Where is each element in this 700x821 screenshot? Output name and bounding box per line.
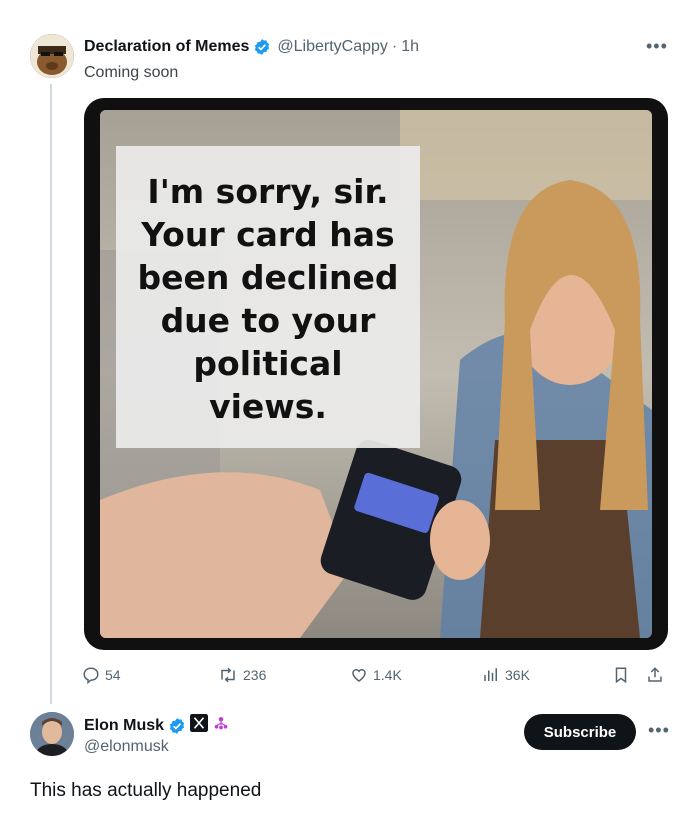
reply-icon — [82, 666, 100, 684]
verified-badge-icon — [168, 717, 186, 735]
reply-count: 54 — [105, 667, 121, 683]
like-icon — [350, 666, 368, 684]
x-logo-icon — [190, 714, 209, 737]
meme-line: political — [193, 344, 343, 383]
thread-line — [50, 84, 52, 704]
separator: · — [391, 38, 398, 55]
author-name[interactable]: Declaration of Memes — [84, 38, 249, 56]
reply-handle[interactable]: @elonmusk — [84, 738, 169, 756]
reply-button[interactable]: 54 — [82, 666, 121, 684]
like-count: 1.4K — [373, 667, 402, 683]
post-time[interactable]: 1h — [401, 38, 419, 56]
repost-button[interactable]: 236 — [218, 666, 266, 684]
bookmark-button[interactable] — [612, 666, 630, 684]
meme-line: I'm sorry, sir. — [147, 172, 389, 211]
share-icon — [646, 666, 664, 684]
subscribe-button[interactable]: Subscribe — [524, 714, 636, 750]
repost-icon — [218, 666, 238, 684]
post-media[interactable]: I'm sorry, sir. Your card has been decli… — [84, 98, 668, 650]
meme-line: been declined — [137, 258, 399, 297]
verified-badge-icon — [253, 38, 271, 56]
meme-line: Your card has — [141, 215, 395, 254]
repost-count: 236 — [243, 667, 267, 683]
views-icon — [482, 666, 500, 684]
post-header: Declaration of Memes @LibertyCappy · 1h — [84, 38, 419, 56]
more-icon[interactable]: ••• — [648, 720, 670, 741]
reply-text: This has actually happened — [30, 780, 262, 801]
reply-avatar[interactable] — [30, 712, 74, 756]
action-bar: 54 236 1.4K 36K — [80, 666, 670, 690]
author-handle[interactable]: @LibertyCappy — [277, 38, 388, 56]
more-icon[interactable]: ••• — [646, 36, 668, 57]
reply-author-name[interactable]: Elon Musk — [84, 717, 164, 735]
views-button[interactable]: 36K — [482, 666, 530, 684]
affiliate-icon — [212, 714, 230, 737]
post-text: Coming soon — [84, 64, 179, 81]
avatar[interactable] — [30, 34, 74, 78]
meme-caption: I'm sorry, sir. Your card has been decli… — [116, 170, 420, 428]
share-button[interactable] — [646, 666, 664, 684]
meme-line: views. — [209, 387, 327, 426]
meme-line: due to your — [160, 301, 376, 340]
like-button[interactable]: 1.4K — [350, 666, 402, 684]
views-count: 36K — [505, 667, 530, 683]
reply-header: Elon Musk — [84, 714, 230, 737]
bookmark-icon — [612, 666, 630, 684]
